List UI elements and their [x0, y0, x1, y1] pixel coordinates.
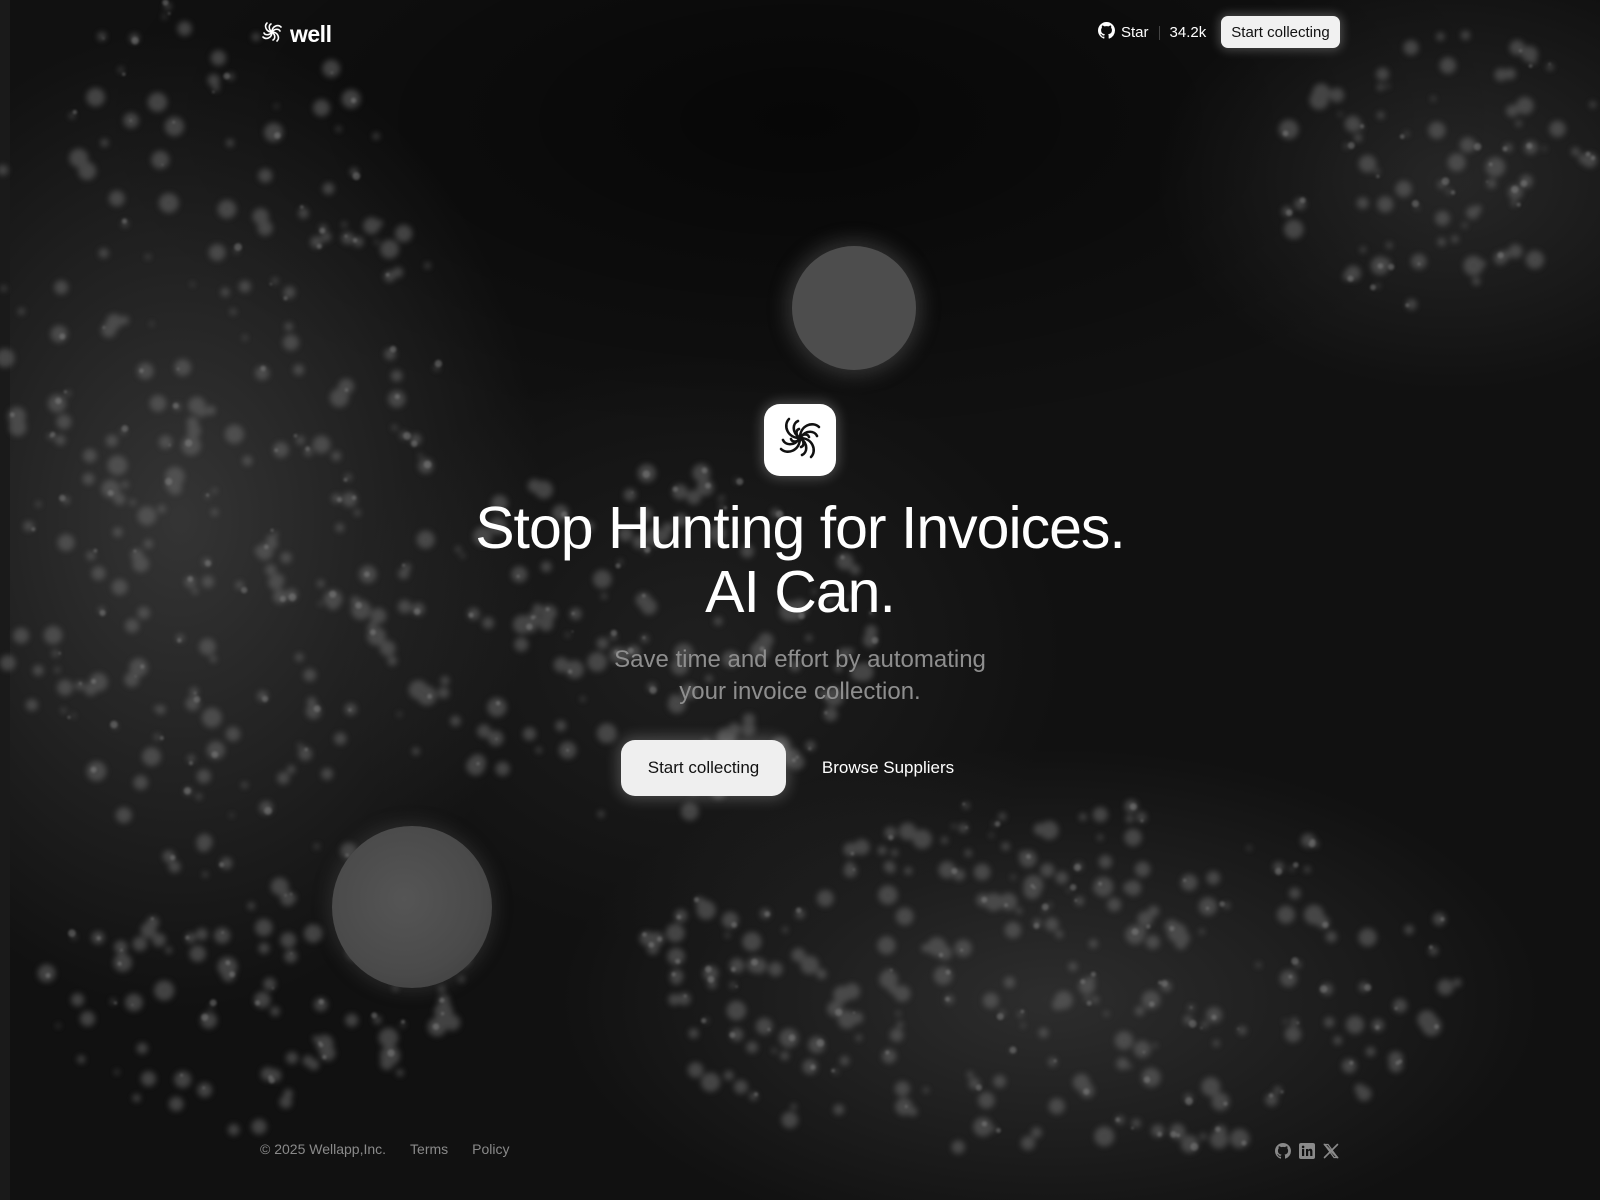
start-collecting-hero-button[interactable]: Start collecting — [621, 740, 786, 796]
logo[interactable]: well — [260, 20, 332, 49]
github-icon[interactable] — [1274, 1142, 1292, 1160]
star-label: Star — [1121, 24, 1149, 41]
logo-text: well — [290, 21, 332, 47]
policy-link[interactable]: Policy — [472, 1141, 509, 1157]
social-links — [1274, 1142, 1340, 1160]
headline-line-1: Stop Hunting for Invoices. — [475, 495, 1126, 561]
subtitle-line-1: Save time and effort by automating — [614, 646, 986, 673]
hero-subtitle: Save time and effort by automating your … — [500, 644, 1100, 708]
landing-page: well Star 34.2k Start collecting Stop Hu… — [0, 0, 1600, 1200]
start-collecting-button[interactable]: Start collecting — [1221, 16, 1340, 48]
headline-line-2: AI Can. — [705, 559, 896, 625]
x-icon[interactable] — [1322, 1142, 1340, 1160]
spiral-icon — [775, 413, 825, 468]
footer: © 2025 Wellapp,Inc. Terms Policy — [260, 1141, 510, 1157]
glow-orb — [332, 826, 492, 988]
spiral-logo-icon — [260, 20, 284, 49]
star-count: 34.2k — [1169, 24, 1207, 41]
subtitle-line-2: your invoice collection. — [679, 678, 921, 705]
github-star-button[interactable]: Star 34.2k — [1098, 22, 1206, 43]
browse-suppliers-button[interactable]: Browse Suppliers — [806, 740, 970, 796]
glow-orb — [792, 246, 916, 370]
linkedin-icon[interactable] — [1298, 1142, 1316, 1160]
copyright-text: © 2025 Wellapp,Inc. — [260, 1141, 387, 1157]
github-icon — [1098, 22, 1115, 43]
app-icon — [764, 404, 836, 476]
top-nav: well Star 34.2k Start collecting — [0, 0, 1600, 64]
hero-headline: Stop Hunting for Invoices. AI Can. — [300, 496, 1300, 624]
terms-link[interactable]: Terms — [410, 1141, 448, 1157]
divider — [1158, 25, 1160, 40]
